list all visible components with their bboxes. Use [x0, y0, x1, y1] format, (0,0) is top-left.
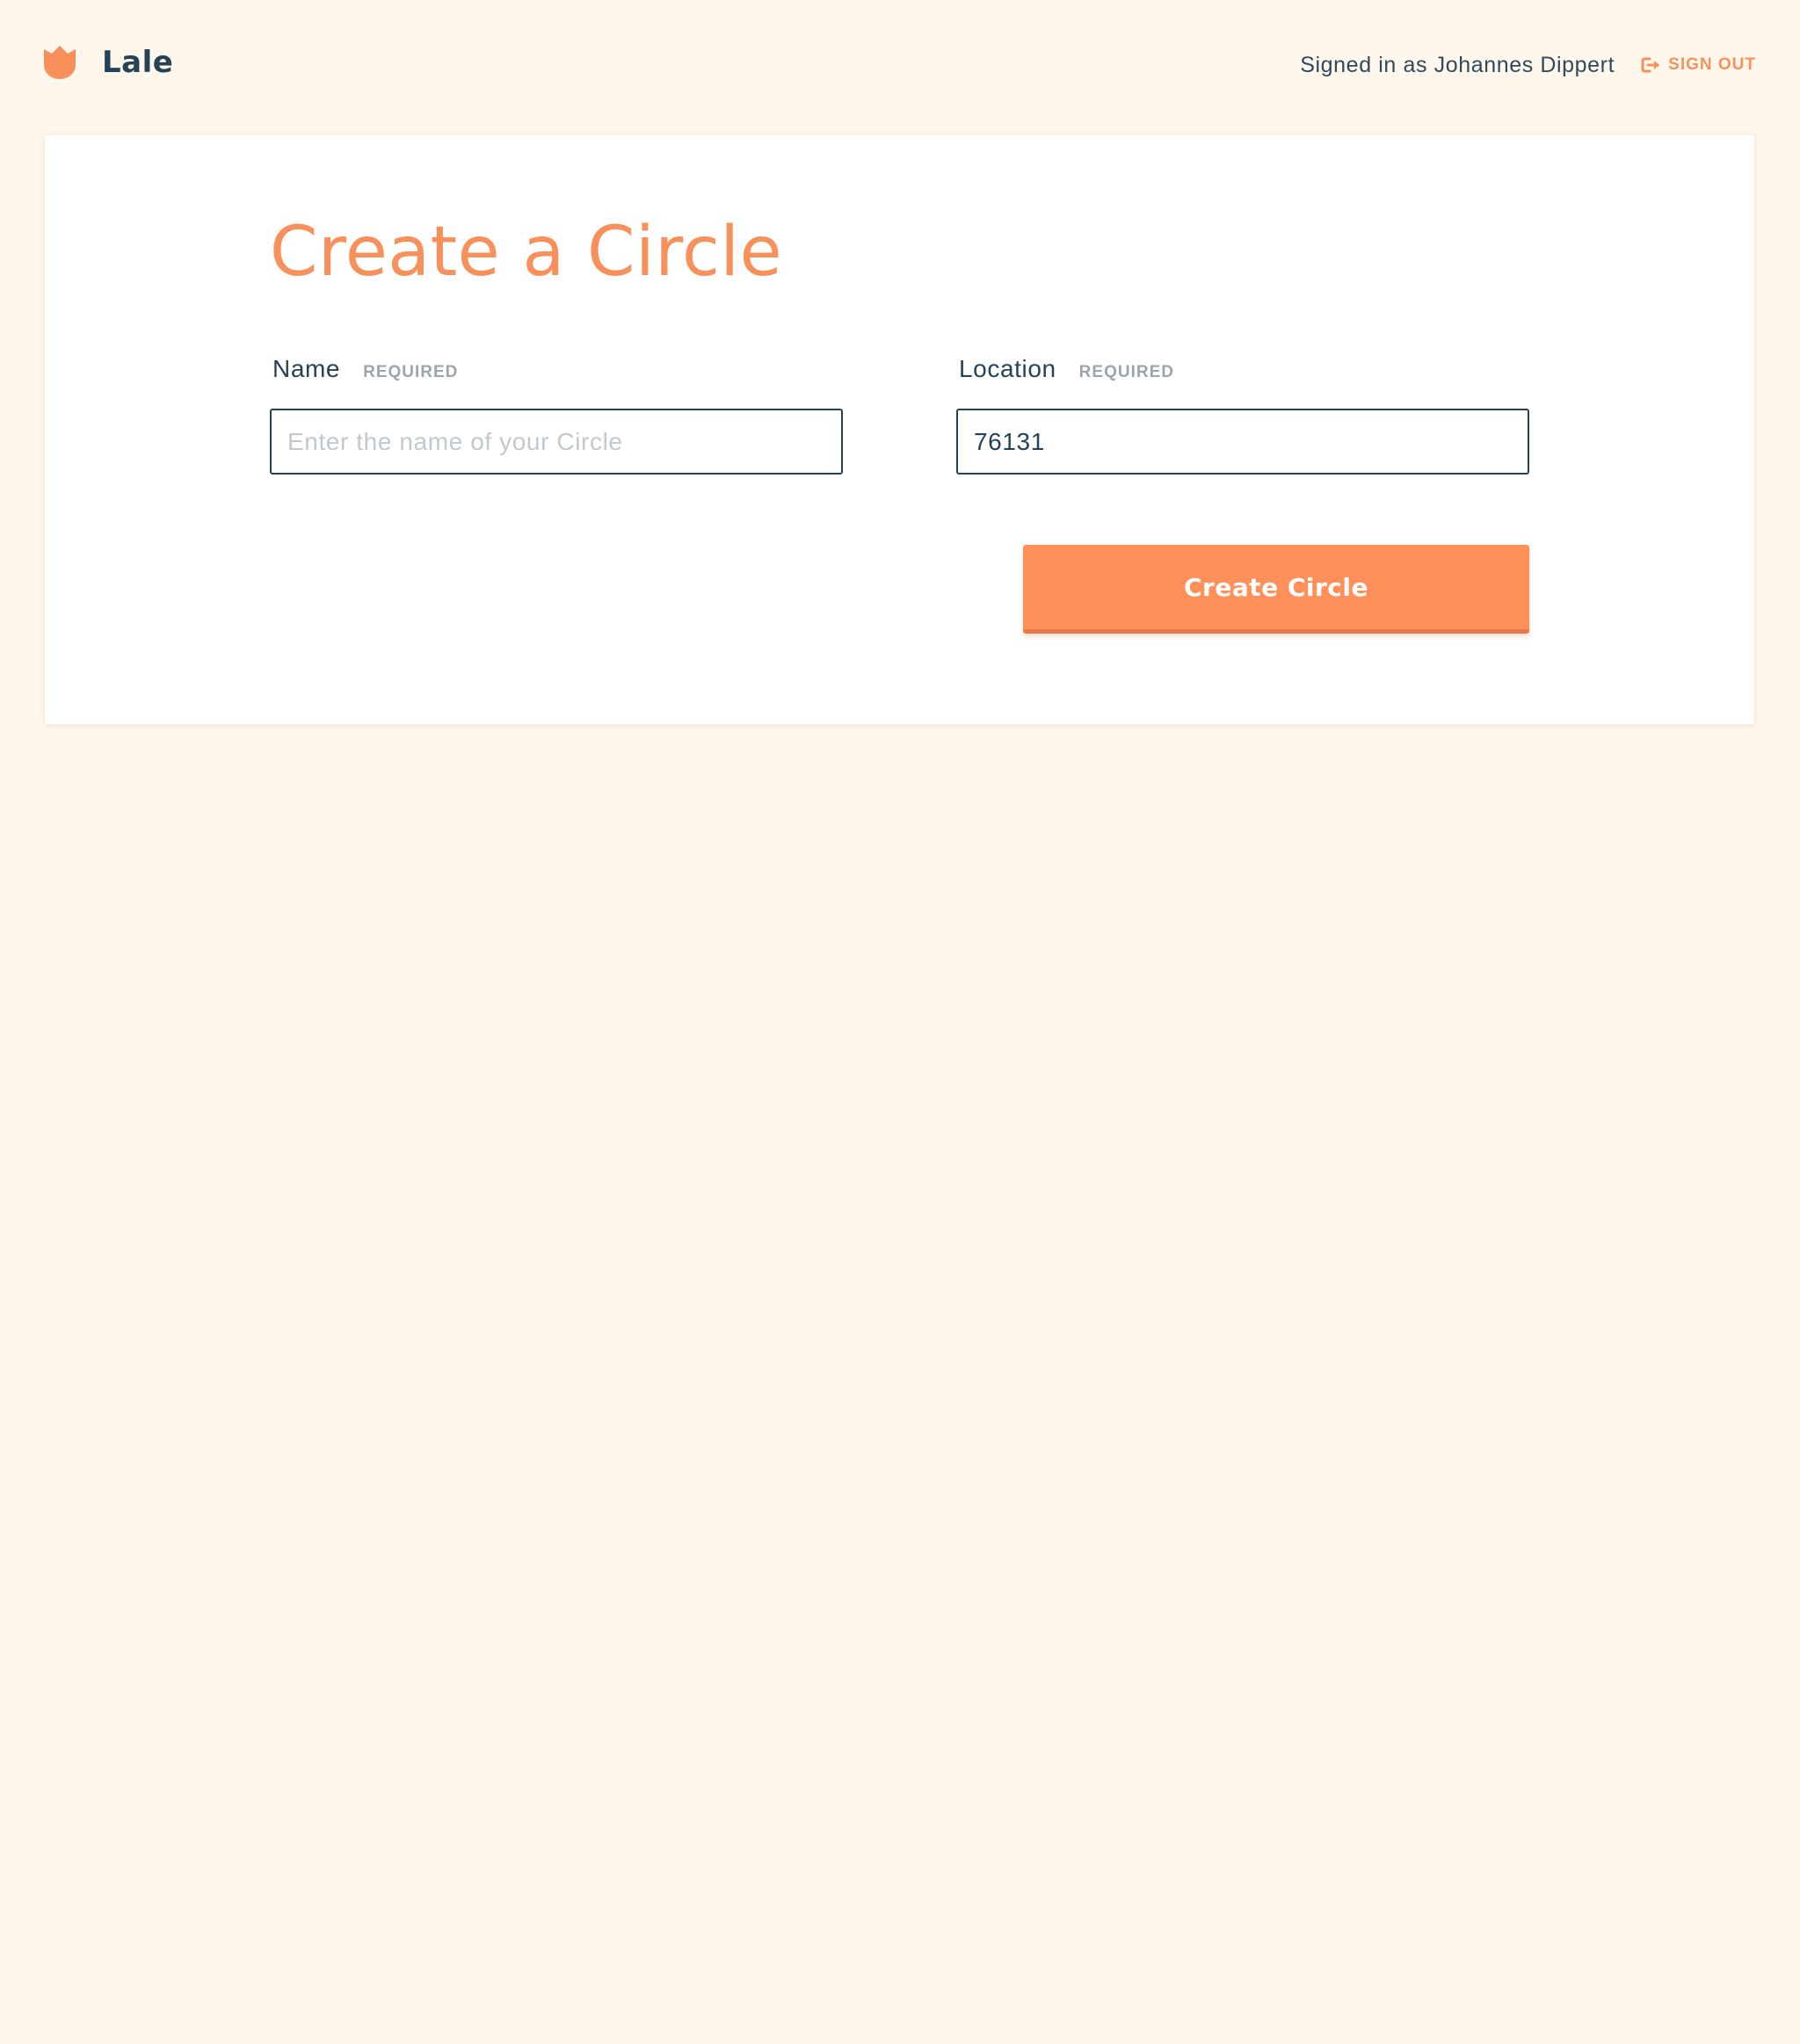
location-label-row: Location REQUIRED	[956, 355, 1529, 390]
name-required-label: REQUIRED	[363, 363, 459, 381]
location-input[interactable]	[956, 409, 1529, 475]
tulip-icon	[44, 46, 76, 79]
create-circle-card: Create a Circle Name REQUIRED Location R…	[45, 135, 1754, 724]
signed-in-text: Signed in as Johannes Dippert	[1300, 53, 1615, 77]
brand-name: Lale	[102, 45, 174, 80]
sign-out-icon	[1641, 57, 1660, 73]
location-field: Location REQUIRED	[956, 355, 1529, 475]
name-label: Name	[272, 355, 341, 382]
sign-out-link[interactable]: SIGN OUT	[1641, 47, 1756, 83]
brand[interactable]: Lale	[44, 42, 173, 83]
create-circle-button[interactable]: Create Circle	[1023, 545, 1529, 634]
page-title: Create a Circle	[270, 213, 783, 292]
name-label-row: Name REQUIRED	[270, 355, 843, 390]
sign-out-label: SIGN OUT	[1668, 55, 1756, 74]
name-field: Name REQUIRED	[270, 355, 843, 475]
location-label: Location	[959, 355, 1056, 382]
location-required-label: REQUIRED	[1078, 363, 1174, 381]
name-input[interactable]	[270, 409, 843, 475]
top-header: Lale Signed in as Johannes Dippert SIGN …	[0, 0, 1800, 132]
user-area: Signed in as Johannes Dippert SIGN OUT	[1300, 47, 1756, 83]
